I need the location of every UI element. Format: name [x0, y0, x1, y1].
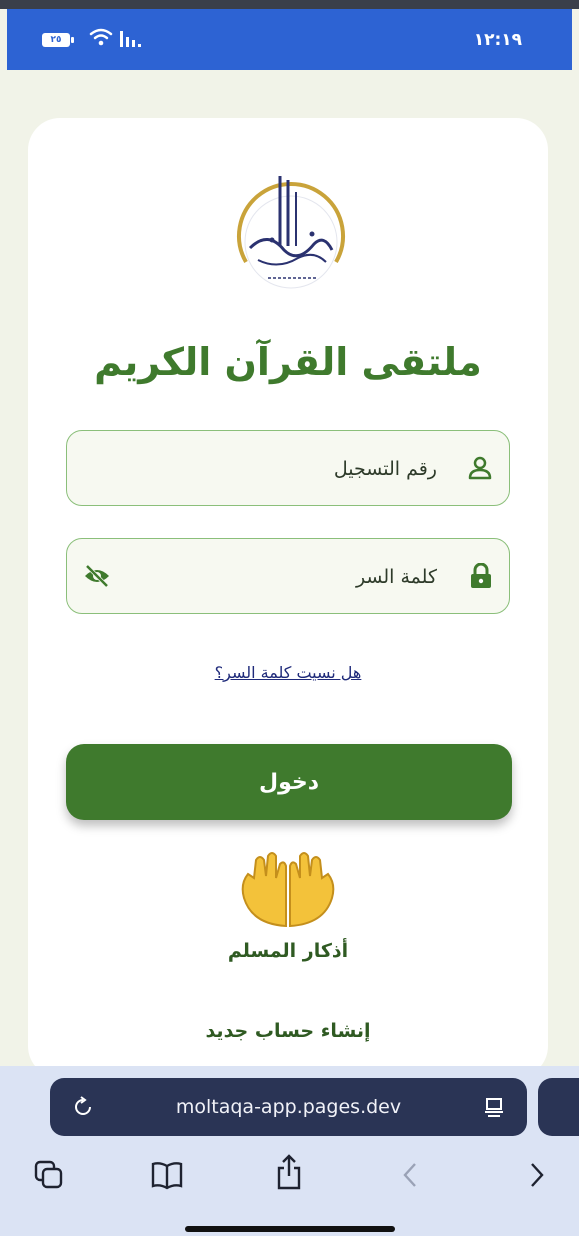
signal-icon — [120, 31, 141, 47]
app-logo — [237, 176, 345, 289]
registration-number-field[interactable] — [66, 430, 510, 506]
adhkar-link[interactable]: أذكار المسلم — [28, 940, 548, 962]
back-icon[interactable] — [400, 1160, 420, 1190]
home-indicator[interactable] — [185, 1226, 395, 1232]
forgot-password-link[interactable]: هل نسيت كلمة السر؟ — [28, 663, 548, 682]
tabs-icon[interactable] — [34, 1160, 64, 1190]
share-icon[interactable] — [275, 1154, 303, 1190]
address-bar[interactable]: moltaqa-app.pages.dev — [50, 1078, 527, 1136]
url-text[interactable]: moltaqa-app.pages.dev — [50, 1096, 527, 1118]
status-time: ١٢:١٩ — [473, 30, 522, 50]
bookmarks-icon[interactable] — [150, 1160, 184, 1190]
battery-icon: ٢٥ — [42, 33, 74, 47]
lock-icon — [471, 563, 491, 588]
battery-level: ٢٥ — [50, 35, 62, 45]
praying-hands-icon[interactable] — [238, 850, 338, 930]
next-tab-preview[interactable] — [538, 1078, 579, 1136]
user-icon — [468, 456, 492, 480]
wifi-icon — [89, 28, 113, 46]
status-bar: ٢٥ ١٢:١٩ — [7, 9, 572, 70]
registration-number-input[interactable] — [137, 449, 439, 489]
reader-mode-icon[interactable] — [483, 1096, 505, 1118]
eye-off-icon[interactable] — [83, 564, 111, 588]
password-input[interactable] — [137, 557, 439, 597]
top-edge — [0, 0, 579, 9]
create-account-link[interactable]: إنشاء حساب جديد — [28, 1020, 548, 1042]
forward-icon[interactable] — [527, 1160, 547, 1190]
password-field[interactable] — [66, 538, 510, 614]
login-button[interactable]: دخول — [66, 744, 512, 820]
page-title: ملتقى القرآن الكريم — [94, 340, 482, 384]
